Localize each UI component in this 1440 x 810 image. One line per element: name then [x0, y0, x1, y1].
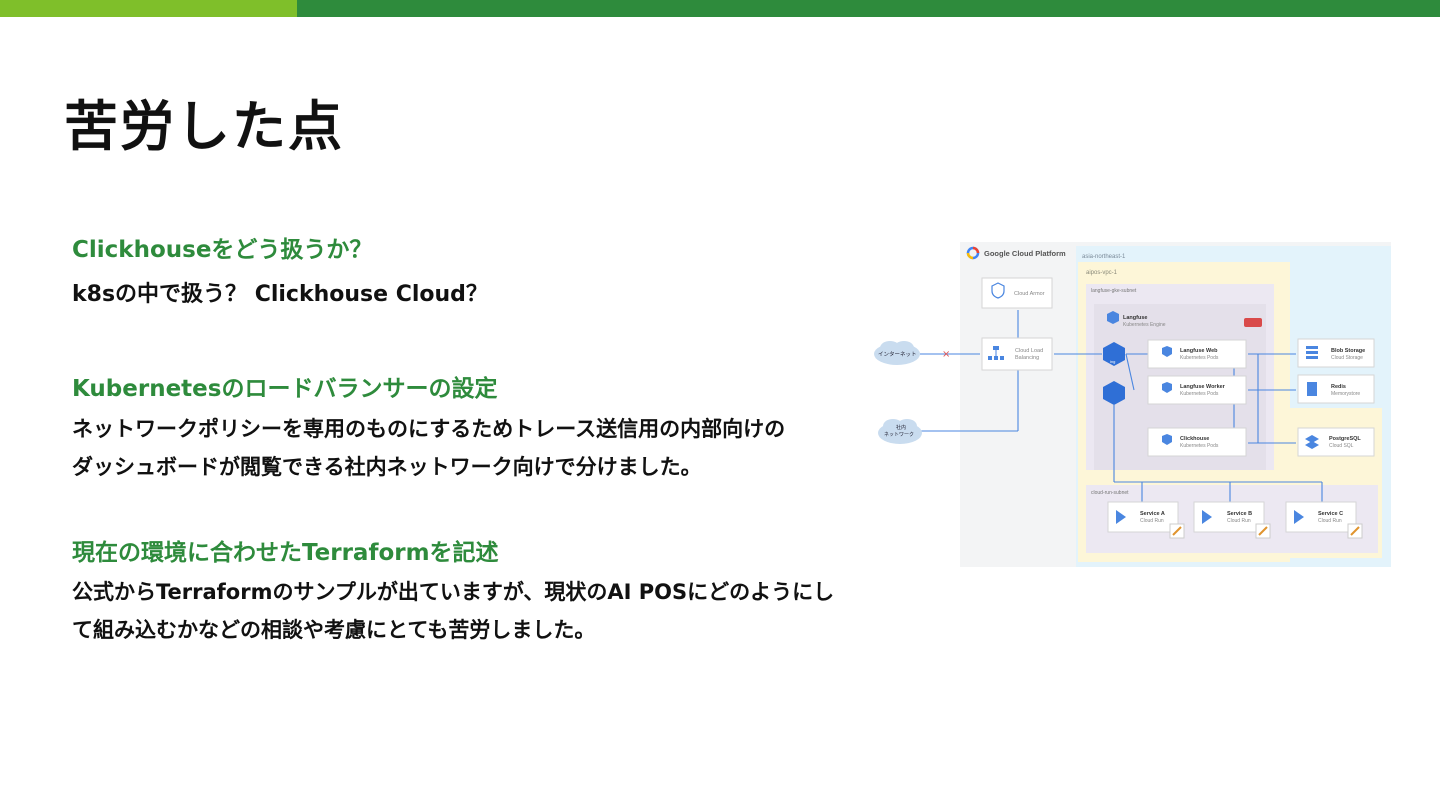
platform-label-text: Google Cloud Platform: [984, 249, 1066, 258]
postgresql-label: PostgreSQL: [1329, 436, 1361, 442]
langfuse-worker-sub: Kubernetes Pods: [1180, 391, 1219, 397]
section-heading-clickhouse: Clickhouseをどう扱うか？: [72, 237, 373, 263]
run-subnet-label: cloud-run-subnet: [1091, 490, 1129, 496]
slide-title: 苦労した点: [64, 95, 344, 158]
section-body-line: ダッシュボードが閲覧できる社内ネットワーク向けで分けました。: [72, 455, 702, 479]
cloud-lb-node: [981, 337, 1053, 371]
service-b-label: Service B: [1227, 511, 1252, 517]
blob-storage-sub: Cloud Storage: [1331, 355, 1363, 361]
top-accent-bar-dark: [297, 0, 1440, 17]
section-heading-terraform: 現在の環境に合わせたTerraformを記述: [72, 540, 499, 566]
cloud-armor-label: Cloud Armor: [1014, 291, 1045, 297]
langfuse-web-node: [1147, 339, 1247, 369]
ingress-label: ing: [1110, 359, 1115, 364]
gcp-platform-label: Google Cloud Platform: [984, 249, 1066, 258]
langfuse-web-sub: Kubernetes Pods: [1180, 355, 1219, 361]
internal-network-label-2: ネットワーク: [884, 432, 914, 438]
gke-title: Langfuse: [1123, 315, 1147, 321]
architecture-diagram: Google Cloud Platform asia-northeast-1 a…: [872, 240, 1392, 570]
cluster-badge-icon: [1244, 318, 1262, 327]
service-c-label: Service C: [1318, 511, 1343, 517]
section-body-line: ネットワークポリシーを専用のものにするためトレース送信用の内部向けの: [72, 417, 786, 441]
cloud-lb-label-2: Balancing: [1015, 355, 1039, 361]
top-accent-bar: [0, 0, 1440, 17]
section-body-line: 公式からTerraformのサンプルが出ていますが、現状のAI POSにどのよう…: [72, 580, 835, 604]
service-a-sub: Cloud Run: [1140, 518, 1164, 524]
section-heading-kubernetes-lb: Kubernetesのロードバランサーの設定: [72, 376, 498, 402]
service-c-sub: Cloud Run: [1318, 518, 1342, 524]
section-body-kubernetes-lb: ネットワークポリシーを専用のものにするためトレース送信用の内部向けの ダッシュボ…: [72, 410, 852, 486]
service-a-label: Service A: [1140, 511, 1165, 517]
clickhouse-node: [1147, 427, 1247, 457]
section-body-clickhouse: k8sの中で扱う？ Clickhouse Cloud？: [72, 276, 852, 314]
redis-sub: Memorystore: [1331, 391, 1360, 397]
service-b-sub: Cloud Run: [1227, 518, 1251, 524]
langfuse-web-label: Langfuse Web: [1180, 348, 1218, 354]
internet-label: インターネット: [878, 350, 917, 358]
region-label: asia-northeast-1: [1082, 254, 1126, 260]
langfuse-worker-node: [1147, 375, 1247, 405]
blocked-x-icon: ×: [942, 349, 950, 360]
section-body-terraform: 公式からTerraformのサンプルが出ていますが、現状のAI POSにどのよう…: [72, 573, 852, 649]
top-accent-bar-light: [0, 0, 297, 17]
vpc-label: aipos-vpc-1: [1086, 270, 1118, 276]
clickhouse-sub: Kubernetes Pods: [1180, 443, 1219, 449]
cloud-lb-label-1: Cloud Load: [1015, 348, 1043, 354]
langfuse-worker-label: Langfuse Worker: [1180, 384, 1226, 390]
postgresql-sub: Cloud SQL: [1329, 443, 1354, 449]
redis-label: Redis: [1331, 384, 1346, 390]
gke-subtitle: Kubernetes Engine: [1123, 322, 1166, 328]
section-body-line: て組み込むかなどの相談や考慮にとても苦労しました。: [72, 618, 596, 642]
internal-network-label-1: 社内: [896, 424, 906, 431]
gke-subnet-label: langfuse-gke-subnet: [1091, 288, 1137, 294]
section-body-line: k8sの中で扱う？ Clickhouse Cloud？: [72, 282, 488, 307]
clickhouse-label: Clickhouse: [1180, 436, 1209, 442]
blob-storage-label: Blob Storage: [1331, 348, 1365, 354]
postgresql-node: [1297, 427, 1375, 457]
